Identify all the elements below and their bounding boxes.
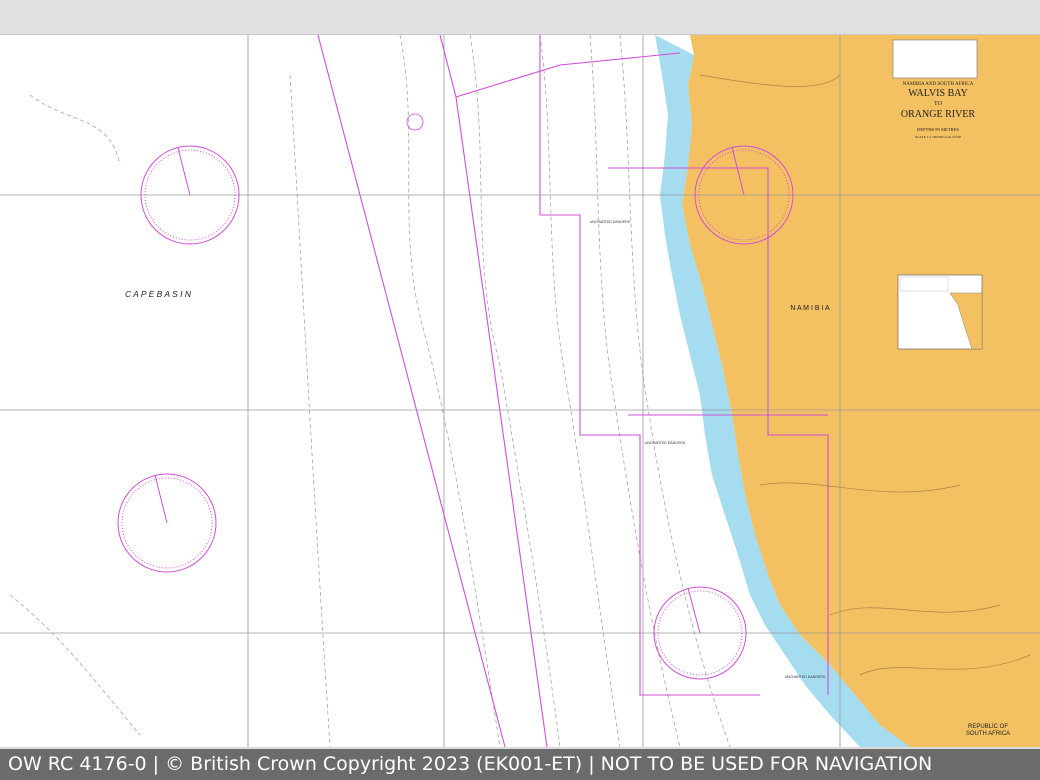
south-africa-label-1: REPUBLIC OF — [968, 724, 1008, 730]
index-inset — [897, 274, 983, 350]
top-toolbar — [0, 0, 1040, 35]
copyright-footer: OW RC 4176-0 | © British Crown Copyright… — [0, 749, 1040, 780]
title-line-1: WALVIS BAY — [908, 88, 968, 99]
uncharted-label-3: UNCHARTED DANGERS — [785, 675, 826, 679]
cape-basin-label: C A P E B A S I N — [125, 289, 192, 299]
depths-note: DEPTHS IN METRES — [917, 127, 959, 132]
uncharted-label-1: UNCHARTED DANGERS — [590, 220, 631, 224]
exercise-area-marker — [406, 113, 424, 131]
title-blank-box — [892, 39, 978, 79]
title-to: TO — [934, 101, 943, 107]
scale-note: SCALE 1:1 500 000 at lat 23°00' — [915, 135, 962, 139]
namibia-label: N A M I B I A — [790, 305, 830, 312]
compass-rose-2 — [117, 473, 217, 573]
region-heading: NAMIBIA AND SOUTH AFRICA — [903, 82, 974, 87]
title-line-2: ORANGE RIVER — [901, 109, 975, 120]
uncharted-label-2: UNCHARTED DANGERS — [645, 441, 686, 445]
chart-svg: NAMIBIA AND SOUTH AFRICA WALVIS BAY TO O… — [0, 35, 1040, 747]
south-africa-label-2: SOUTH AFRICA — [966, 731, 1010, 737]
land-area — [682, 35, 1040, 747]
depth-contours — [9, 35, 731, 747]
nautical-chart[interactable]: NAMIBIA AND SOUTH AFRICA WALVIS BAY TO O… — [0, 35, 1040, 747]
